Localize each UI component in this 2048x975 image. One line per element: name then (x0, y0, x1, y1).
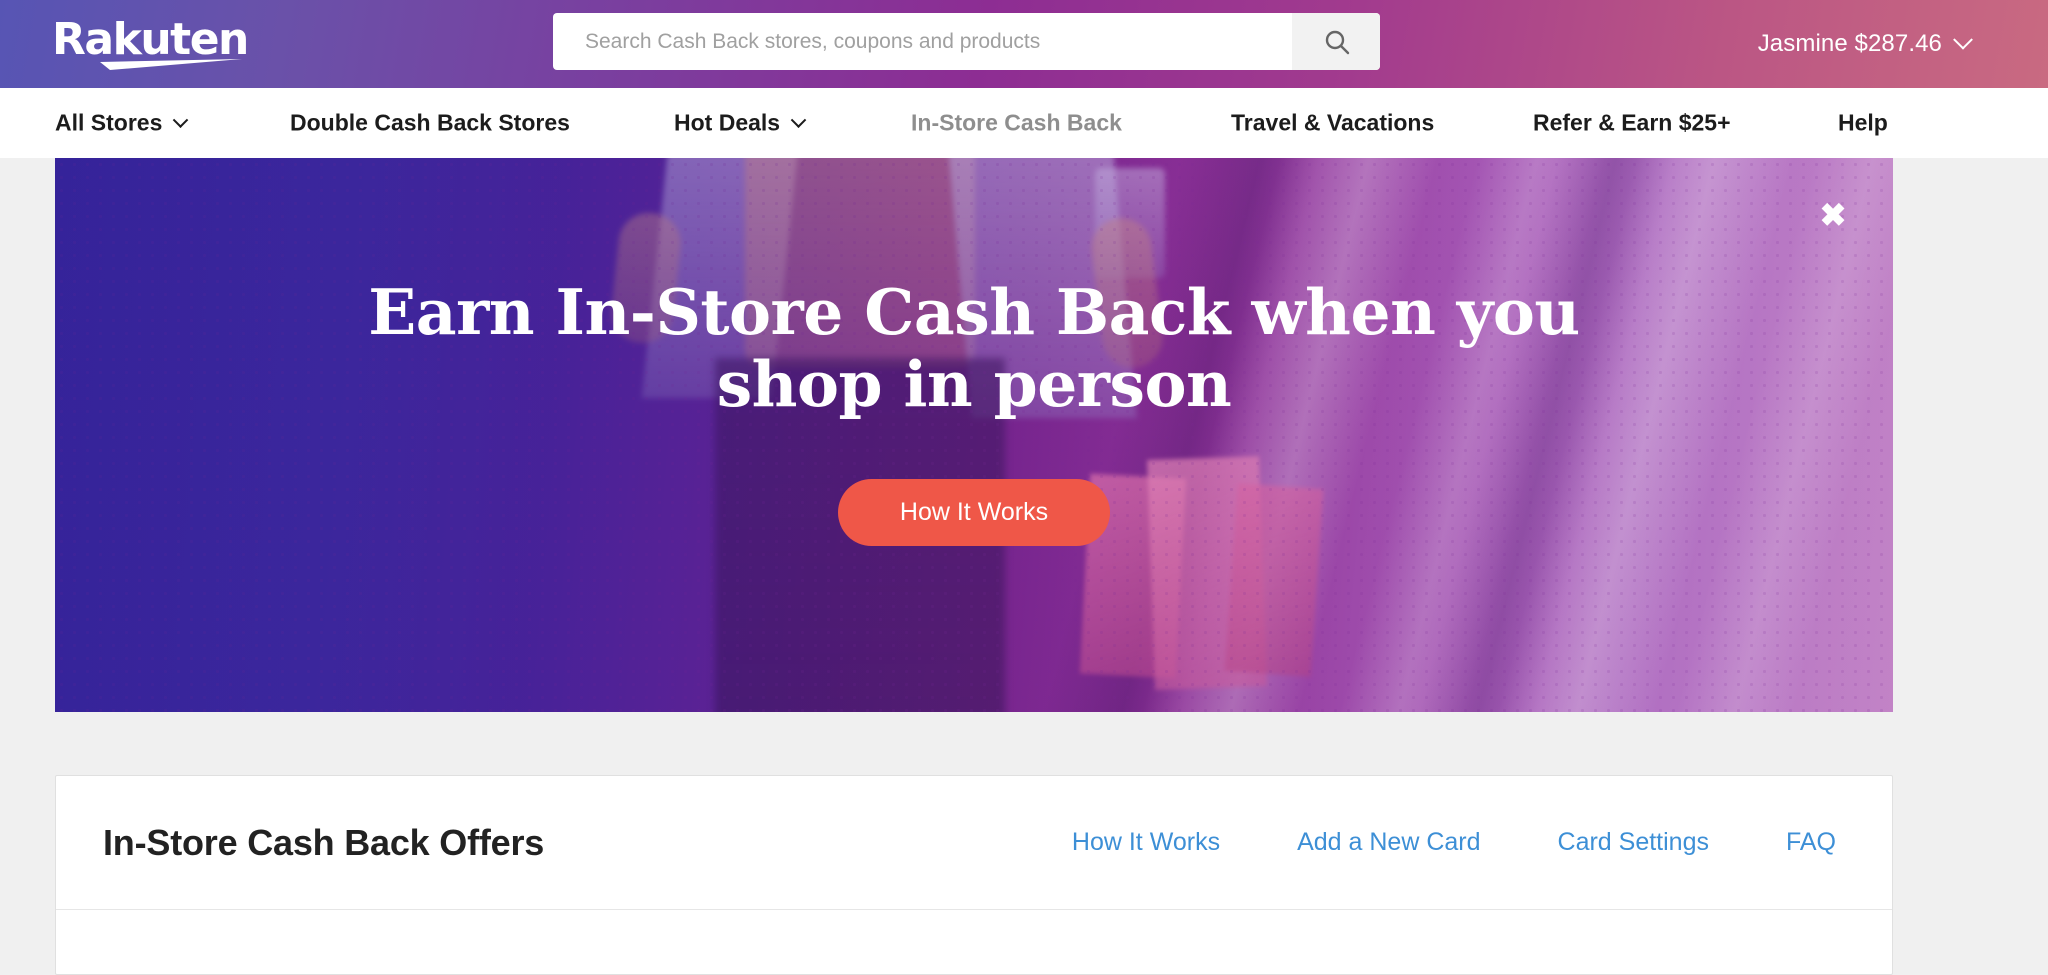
hero-banner: ✖ Earn In-Store Cash Back when you shop … (55, 158, 1893, 712)
nav-item-all-stores[interactable]: All Stores (55, 109, 189, 137)
hero-content: Earn In-Store Cash Back when you shop in… (55, 158, 1893, 712)
chevron-down-icon (1953, 29, 1973, 50)
close-icon[interactable]: ✖ (1813, 195, 1853, 235)
nav-item-refer-earn-25[interactable]: Refer & Earn $25+ (1533, 110, 1731, 137)
rakuten-logo[interactable]: Rakuten (52, 12, 252, 74)
search-bar[interactable] (553, 13, 1380, 70)
nav-item-travel-vacations[interactable]: Travel & Vacations (1231, 110, 1434, 137)
offers-link-add-a-new-card[interactable]: Add a New Card (1297, 828, 1480, 857)
search-icon (1322, 27, 1352, 57)
chevron-down-icon (173, 112, 189, 128)
nav-item-label: Help (1838, 109, 1888, 136)
how-it-works-button[interactable]: How It Works (837, 478, 1111, 546)
nav-item-label: Refer & Earn $25+ (1533, 109, 1731, 136)
nav-item-label: Hot Deals (674, 109, 781, 136)
offers-card-header: In-Store Cash Back Offers How It Works Ad… (56, 776, 1892, 910)
offers-link-faq[interactable]: FAQ (1786, 828, 1836, 857)
nav-item-label: In-Store Cash Back (911, 109, 1122, 136)
offers-links: How It Works Add a New Card Card Settings F… (1072, 828, 1836, 857)
offers-title: In-Store Cash Back Offers (103, 821, 545, 863)
site-header: Rakuten Jasmine $287.46 (0, 0, 2048, 88)
nav-item-double-cash-back-stores[interactable]: Double Cash Back Stores (290, 110, 570, 137)
nav-item-label: All Stores (55, 109, 163, 136)
account-menu[interactable]: Jasmine $287.46 (1757, 0, 1973, 88)
in-store-offers-card: In-Store Cash Back Offers How It Works Ad… (55, 775, 1893, 975)
chevron-down-icon (790, 112, 807, 128)
search-button[interactable] (1292, 13, 1380, 70)
main-navigation: All Stores Double Cash Back Stores Hot Dea… (0, 88, 2048, 158)
nav-item-label: Travel & Vacations (1231, 109, 1435, 136)
nav-item-help[interactable]: Help (1838, 110, 1888, 137)
offers-link-card-settings[interactable]: Card Settings (1558, 828, 1709, 857)
account-label: Jasmine $287.46 (1757, 30, 1942, 57)
hero-title: Earn In-Store Cash Back when you shop in… (368, 275, 1580, 422)
nav-item-in-store-cash-back[interactable]: In-Store Cash Back (911, 110, 1122, 137)
offers-link-how-it-works[interactable]: How It Works (1072, 828, 1220, 857)
nav-item-hot-deals[interactable]: Hot Deals (674, 109, 807, 137)
svg-text:Rakuten: Rakuten (52, 14, 248, 65)
search-input[interactable] (553, 13, 1292, 70)
nav-item-label: Double Cash Back Stores (290, 109, 570, 136)
